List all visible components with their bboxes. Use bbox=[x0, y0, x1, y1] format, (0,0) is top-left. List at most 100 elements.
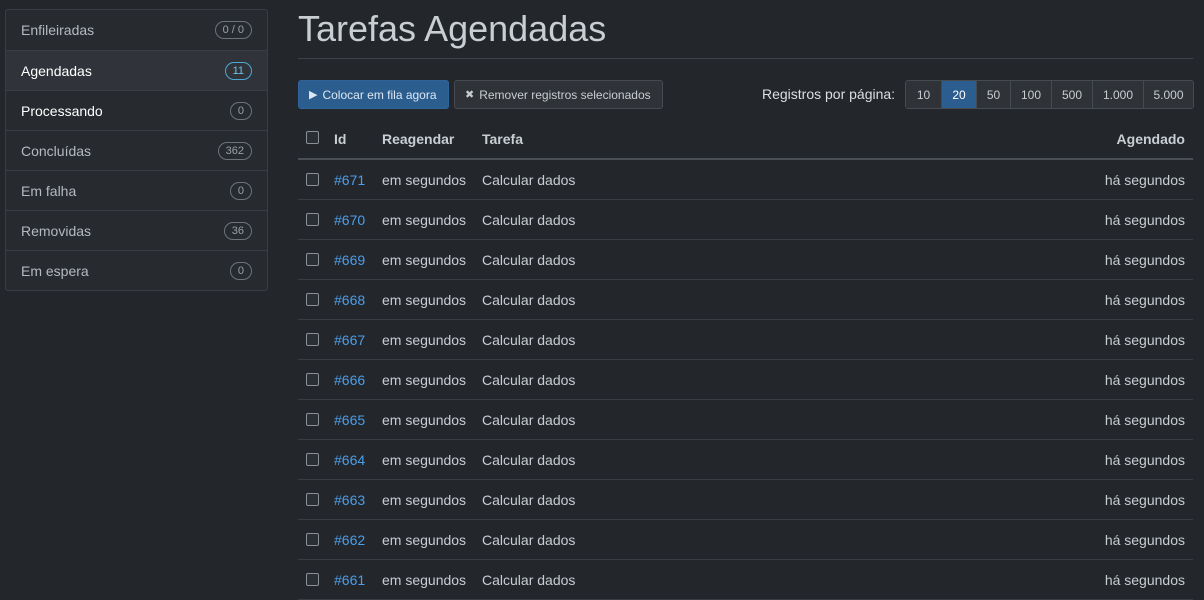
sidebar-item-removidas[interactable]: Removidas 36 bbox=[6, 210, 267, 250]
job-id-link[interactable]: #666 bbox=[334, 372, 365, 388]
title-divider bbox=[298, 58, 1193, 59]
task-cell: Calcular dados bbox=[482, 571, 576, 588]
scheduled-cell: há segundos bbox=[1104, 531, 1185, 548]
job-id-link[interactable]: #661 bbox=[334, 572, 365, 588]
job-id-link[interactable]: #669 bbox=[334, 252, 365, 268]
table-row: #668 em segundos Calcular dados há segundos bbox=[298, 280, 1193, 320]
table-row: #662 em segundos Calcular dados há segundos bbox=[298, 520, 1193, 560]
job-id-link[interactable]: #668 bbox=[334, 292, 365, 308]
perpage-option-50[interactable]: 50 bbox=[976, 81, 1010, 108]
row-checkbox[interactable] bbox=[306, 533, 319, 546]
perpage-option-1000[interactable]: 1.000 bbox=[1092, 81, 1143, 108]
task-cell: Calcular dados bbox=[482, 451, 576, 468]
task-cell: Calcular dados bbox=[482, 491, 576, 508]
reschedule-cell: em segundos bbox=[382, 491, 467, 508]
reschedule-cell: em segundos bbox=[382, 531, 467, 548]
task-cell: Calcular dados bbox=[482, 531, 576, 548]
remove-selected-label: Remover registros selecionados bbox=[479, 87, 651, 102]
job-id-link[interactable]: #667 bbox=[334, 332, 365, 348]
scheduled-cell: há segundos bbox=[1104, 331, 1185, 348]
row-checkbox[interactable] bbox=[306, 413, 319, 426]
row-checkbox[interactable] bbox=[306, 333, 319, 346]
select-all-checkbox[interactable] bbox=[306, 131, 319, 144]
perpage-option-500[interactable]: 500 bbox=[1051, 81, 1092, 108]
sidebar-item-enfileiradas[interactable]: Enfileiradas 0 / 0 bbox=[6, 10, 267, 50]
row-checkbox[interactable] bbox=[306, 373, 319, 386]
task-cell: Calcular dados bbox=[482, 211, 576, 228]
row-checkbox[interactable] bbox=[306, 293, 319, 306]
count-badge: 0 bbox=[229, 181, 252, 200]
column-header-scheduled: Agendado bbox=[1116, 130, 1185, 147]
reschedule-cell: em segundos bbox=[382, 371, 467, 388]
scheduled-cell: há segundos bbox=[1104, 171, 1185, 188]
perpage-option-10[interactable]: 10 bbox=[906, 81, 941, 108]
table-row: #664 em segundos Calcular dados há segundos bbox=[298, 440, 1193, 480]
sidebar-item-processando[interactable]: Processando 0 bbox=[6, 90, 267, 130]
count-badge: 0 bbox=[229, 101, 252, 120]
sidebar-item-label: Em falha bbox=[21, 182, 77, 199]
reschedule-cell: em segundos bbox=[382, 571, 467, 588]
task-cell: Calcular dados bbox=[482, 171, 576, 188]
table-row: #666 em segundos Calcular dados há segundos bbox=[298, 360, 1193, 400]
count-badge: 0 bbox=[229, 261, 252, 280]
sidebar-item-em-espera[interactable]: Em espera 0 bbox=[6, 250, 267, 290]
column-header-task: Tarefa bbox=[482, 130, 523, 147]
scheduled-cell: há segundos bbox=[1104, 211, 1185, 228]
reschedule-cell: em segundos bbox=[382, 211, 467, 228]
scheduled-jobs-table: Id Reagendar Tarefa Agendado #671 em segu… bbox=[298, 119, 1193, 600]
job-id-link[interactable]: #664 bbox=[334, 452, 365, 468]
job-id-link[interactable]: #662 bbox=[334, 532, 365, 548]
sidebar-item-agendadas[interactable]: Agendadas 11 bbox=[6, 50, 267, 90]
table-row: #665 em segundos Calcular dados há segundos bbox=[298, 400, 1193, 440]
perpage-label: Registros por página: bbox=[762, 86, 896, 102]
count-badge: 11 bbox=[224, 61, 252, 80]
perpage-option-5000[interactable]: 5.000 bbox=[1143, 81, 1193, 108]
play-icon: ▶ bbox=[309, 89, 318, 101]
scheduled-cell: há segundos bbox=[1104, 251, 1185, 268]
scheduled-cell: há segundos bbox=[1104, 571, 1185, 588]
reschedule-cell: em segundos bbox=[382, 251, 467, 268]
reschedule-cell: em segundos bbox=[382, 171, 467, 188]
job-id-link[interactable]: #663 bbox=[334, 492, 365, 508]
page-title: Tarefas Agendadas bbox=[298, 8, 607, 49]
scheduled-cell: há segundos bbox=[1104, 491, 1185, 508]
table-row: #671 em segundos Calcular dados há segundos bbox=[298, 160, 1193, 200]
perpage-option-100[interactable]: 100 bbox=[1010, 81, 1051, 108]
scheduled-cell: há segundos bbox=[1104, 291, 1185, 308]
scheduled-cell: há segundos bbox=[1104, 371, 1185, 388]
perpage-selector: 10 20 50 100 500 1.000 5.000 bbox=[905, 80, 1194, 109]
task-cell: Calcular dados bbox=[482, 411, 576, 428]
column-header-reschedule: Reagendar bbox=[382, 130, 455, 147]
sidebar-nav: Enfileiradas 0 / 0 Agendadas 11 Processa… bbox=[5, 9, 268, 291]
enqueue-now-button[interactable]: ▶ Colocar em fila agora bbox=[298, 80, 449, 109]
job-id-link[interactable]: #671 bbox=[334, 172, 365, 188]
perpage-option-20[interactable]: 20 bbox=[941, 81, 976, 108]
table-row: #663 em segundos Calcular dados há segundos bbox=[298, 480, 1193, 520]
count-badge: 362 bbox=[217, 141, 252, 160]
scheduled-cell: há segundos bbox=[1104, 451, 1185, 468]
table-row: #670 em segundos Calcular dados há segundos bbox=[298, 200, 1193, 240]
job-id-link[interactable]: #670 bbox=[334, 212, 365, 228]
count-badge: 36 bbox=[223, 221, 252, 240]
row-checkbox[interactable] bbox=[306, 453, 319, 466]
sidebar-item-label: Removidas bbox=[21, 222, 92, 239]
row-checkbox[interactable] bbox=[306, 213, 319, 226]
row-checkbox[interactable] bbox=[306, 573, 319, 586]
table-row: #667 em segundos Calcular dados há segundos bbox=[298, 320, 1193, 360]
scheduled-cell: há segundos bbox=[1104, 411, 1185, 428]
task-cell: Calcular dados bbox=[482, 371, 576, 388]
close-icon: ✖ bbox=[465, 89, 475, 101]
reschedule-cell: em segundos bbox=[382, 291, 467, 308]
remove-selected-button[interactable]: ✖ Remover registros selecionados bbox=[454, 80, 663, 109]
reschedule-cell: em segundos bbox=[382, 451, 467, 468]
sidebar-item-em-falha[interactable]: Em falha 0 bbox=[6, 170, 267, 210]
count-badge: 0 / 0 bbox=[214, 21, 252, 39]
job-id-link[interactable]: #665 bbox=[334, 412, 365, 428]
row-checkbox[interactable] bbox=[306, 253, 319, 266]
enqueue-now-label: Colocar em fila agora bbox=[322, 87, 437, 102]
sidebar-item-label: Concluídas bbox=[21, 142, 92, 159]
sidebar-item-concluidas[interactable]: Concluídas 362 bbox=[6, 130, 267, 170]
task-cell: Calcular dados bbox=[482, 291, 576, 308]
row-checkbox[interactable] bbox=[306, 173, 319, 186]
row-checkbox[interactable] bbox=[306, 493, 319, 506]
